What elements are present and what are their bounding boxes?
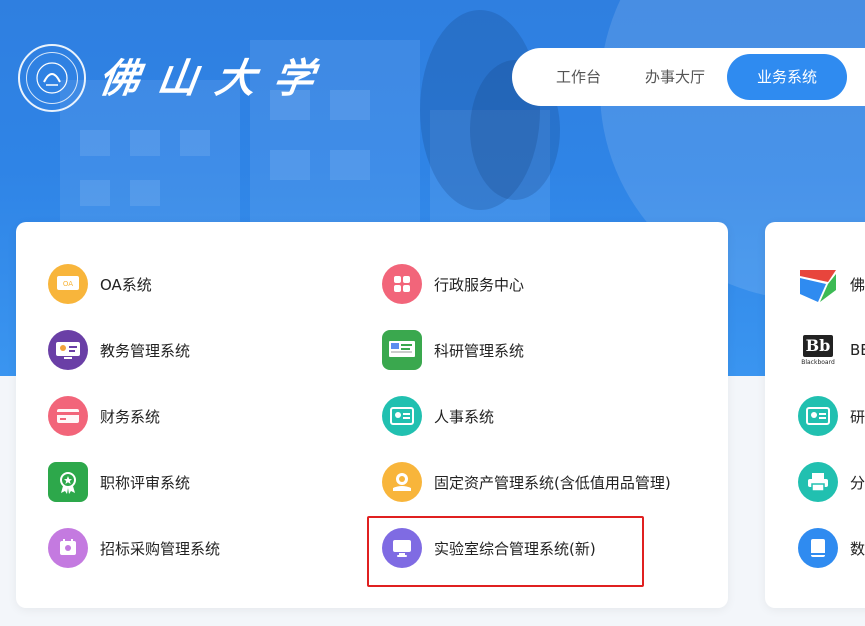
university-seal-logo	[18, 44, 86, 112]
grid-apps-icon	[382, 264, 422, 304]
printer-icon	[798, 462, 838, 502]
blackboard-logo-text: Bb	[803, 334, 833, 357]
side-item-0[interactable]: 佛	[798, 262, 865, 306]
assets-icon	[382, 462, 422, 502]
nav-service-hall[interactable]: 办事大厅	[623, 54, 727, 100]
blackboard-icon: Bb Blackboard	[798, 330, 838, 370]
top-nav: 工作台 办事大厅 业务系统	[512, 48, 865, 106]
procurement-icon	[48, 528, 88, 568]
blackboard-sublabel: Blackboard	[801, 358, 835, 366]
system-title-review[interactable]: 职称评审系统	[48, 460, 190, 504]
system-admin-service[interactable]: 行政服务中心	[382, 262, 524, 306]
system-procurement[interactable]: 招标采购管理系统	[48, 526, 220, 570]
system-hr[interactable]: 人事系统	[382, 394, 494, 438]
side-item-1[interactable]: Bb Blackboard BB	[798, 328, 865, 372]
colorful-logo-icon	[798, 264, 838, 304]
nav-workbench[interactable]: 工作台	[534, 54, 623, 100]
system-research[interactable]: 科研管理系统	[382, 328, 524, 372]
system-fixed-assets[interactable]: 固定资产管理系统(含低值用品管理)	[382, 460, 671, 504]
id-card-icon	[798, 396, 838, 436]
system-finance[interactable]: 财务系统	[48, 394, 160, 438]
side-item-4[interactable]: 数	[798, 526, 865, 570]
nav-business-systems[interactable]: 业务系统	[727, 54, 848, 100]
oa-icon: OA	[48, 264, 88, 304]
svg-text:OA: OA	[63, 280, 73, 288]
research-icon	[382, 330, 422, 370]
system-oa[interactable]: OA OA系统	[48, 262, 152, 306]
book-icon	[798, 528, 838, 568]
award-icon	[48, 462, 88, 502]
side-item-3[interactable]: 分	[798, 460, 865, 504]
side-item-2[interactable]: 研	[798, 394, 865, 438]
system-teaching[interactable]: 教务管理系统	[48, 328, 190, 372]
teaching-icon	[48, 330, 88, 370]
highlight-box	[367, 516, 644, 587]
id-card-icon	[382, 396, 422, 436]
university-name-logo: 佛山大学	[96, 55, 335, 102]
finance-card-icon	[48, 396, 88, 436]
